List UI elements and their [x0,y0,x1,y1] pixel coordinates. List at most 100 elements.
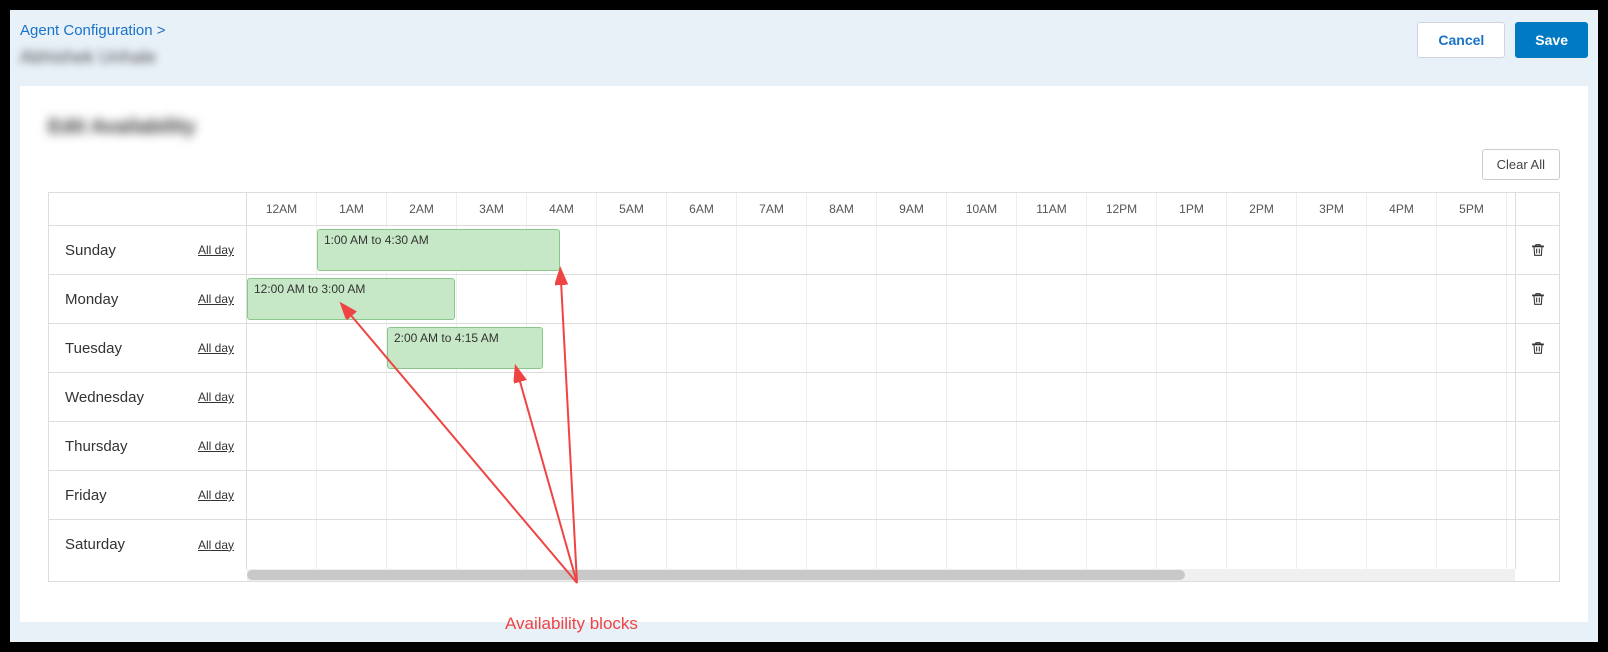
grid-cell [247,324,317,372]
time-header-cell: 2AM [387,193,457,225]
grid-cell [947,373,1017,421]
all-day-link[interactable]: All day [198,538,234,552]
header-trash-blank [1515,193,1559,225]
grid-cell [317,324,387,372]
time-header-cell: 5AM [597,193,667,225]
all-day-link[interactable]: All day [198,292,234,306]
time-header-cell: 4AM [527,193,597,225]
day-row: SaturdayAll day [49,520,1559,569]
day-track[interactable] [247,422,1515,470]
grid-cell [1297,275,1367,323]
grid-cell [457,520,527,569]
grid-cell [667,275,737,323]
clear-row: Clear All [48,149,1560,180]
grid-cell [597,275,667,323]
day-label-cell: SaturdayAll day [49,520,247,569]
time-header-cell: 4PM [1367,193,1437,225]
breadcrumb-link[interactable]: Agent Configuration > [20,22,166,39]
grid-cell [317,520,387,569]
grid-cell [1227,471,1297,519]
grid-cell [1297,422,1367,470]
trash-cell [1515,324,1559,372]
grid-cell [667,324,737,372]
grid-cell [1227,226,1297,274]
grid-cell [1017,226,1087,274]
availability-block[interactable]: 2:00 AM to 4:15 AM [387,327,543,369]
day-track[interactable]: 2:00 AM to 4:15 AM [247,324,1515,372]
grid-cell [527,422,597,470]
all-day-link[interactable]: All day [198,341,234,355]
grid-cell [807,275,877,323]
grid-cell [1087,471,1157,519]
grid-cell [597,373,667,421]
grid-cell [1437,226,1507,274]
time-header-cell: 7AM [737,193,807,225]
all-day-link[interactable]: All day [198,390,234,404]
time-header-cell: 6AM [667,193,737,225]
day-track[interactable] [247,373,1515,421]
grid-cell [877,275,947,323]
grid-cell [1297,520,1367,569]
grid-cell [807,520,877,569]
grid-cell [737,275,807,323]
day-rows-container: SundayAll day 1:00 AM to 4:30 AM MondayAll… [49,226,1559,569]
grid-cell [1367,324,1437,372]
save-button[interactable]: Save [1515,22,1588,58]
scrollbar-thumb[interactable] [247,570,1185,580]
trash-icon[interactable] [1530,340,1546,356]
grid-cell [1087,520,1157,569]
schedule-grid: 12AM1AM2AM3AM4AM5AM6AM7AM8AM9AM10AM11AM1… [48,192,1560,582]
grid-cell [317,471,387,519]
cancel-button[interactable]: Cancel [1417,22,1505,58]
time-header-cell: 8AM [807,193,877,225]
grid-cell [1367,275,1437,323]
grid-cell [1157,324,1227,372]
time-header-cell: 5PM [1437,193,1507,225]
availability-block[interactable]: 12:00 AM to 3:00 AM [247,278,455,320]
grid-cell [1157,373,1227,421]
grid-cell [1437,275,1507,323]
clear-all-button[interactable]: Clear All [1482,149,1560,180]
trash-icon[interactable] [1530,242,1546,258]
trash-cell [1515,226,1559,274]
header-day-blank [49,193,247,225]
all-day-link[interactable]: All day [198,243,234,257]
horizontal-scrollbar[interactable] [247,569,1515,581]
grid-cell [457,422,527,470]
grid-cell [1227,373,1297,421]
day-label-cell: WednesdayAll day [49,373,247,421]
day-track[interactable] [247,471,1515,519]
day-track[interactable]: 1:00 AM to 4:30 AM [247,226,1515,274]
grid-cell [1087,422,1157,470]
grid-cell [247,471,317,519]
day-label-cell: ThursdayAll day [49,422,247,470]
grid-cell [737,422,807,470]
grid-cell [667,373,737,421]
day-track[interactable] [247,520,1515,569]
day-label-cell: MondayAll day [49,275,247,323]
day-label-cell: SundayAll day [49,226,247,274]
grid-cell [947,226,1017,274]
grid-cell [387,422,457,470]
trash-cell [1515,471,1559,519]
grid-cell [667,520,737,569]
grid-cell [947,275,1017,323]
grid-cell [737,520,807,569]
grid-cell [1157,422,1227,470]
trash-cell [1515,422,1559,470]
grid-cell [597,520,667,569]
grid-cell [667,226,737,274]
grid-cell [1017,471,1087,519]
grid-cell [1297,226,1367,274]
all-day-link[interactable]: All day [198,488,234,502]
page-container: Agent Configuration > Abhishek Unhale Ca… [10,10,1598,642]
all-day-link[interactable]: All day [198,439,234,453]
grid-cell [947,324,1017,372]
trash-icon[interactable] [1530,291,1546,307]
day-track[interactable]: 12:00 AM to 3:00 AM [247,275,1515,323]
grid-cell [1297,471,1367,519]
day-name: Friday [65,487,107,504]
grid-cell [1227,324,1297,372]
grid-cell [1437,520,1507,569]
availability-block[interactable]: 1:00 AM to 4:30 AM [317,229,560,271]
